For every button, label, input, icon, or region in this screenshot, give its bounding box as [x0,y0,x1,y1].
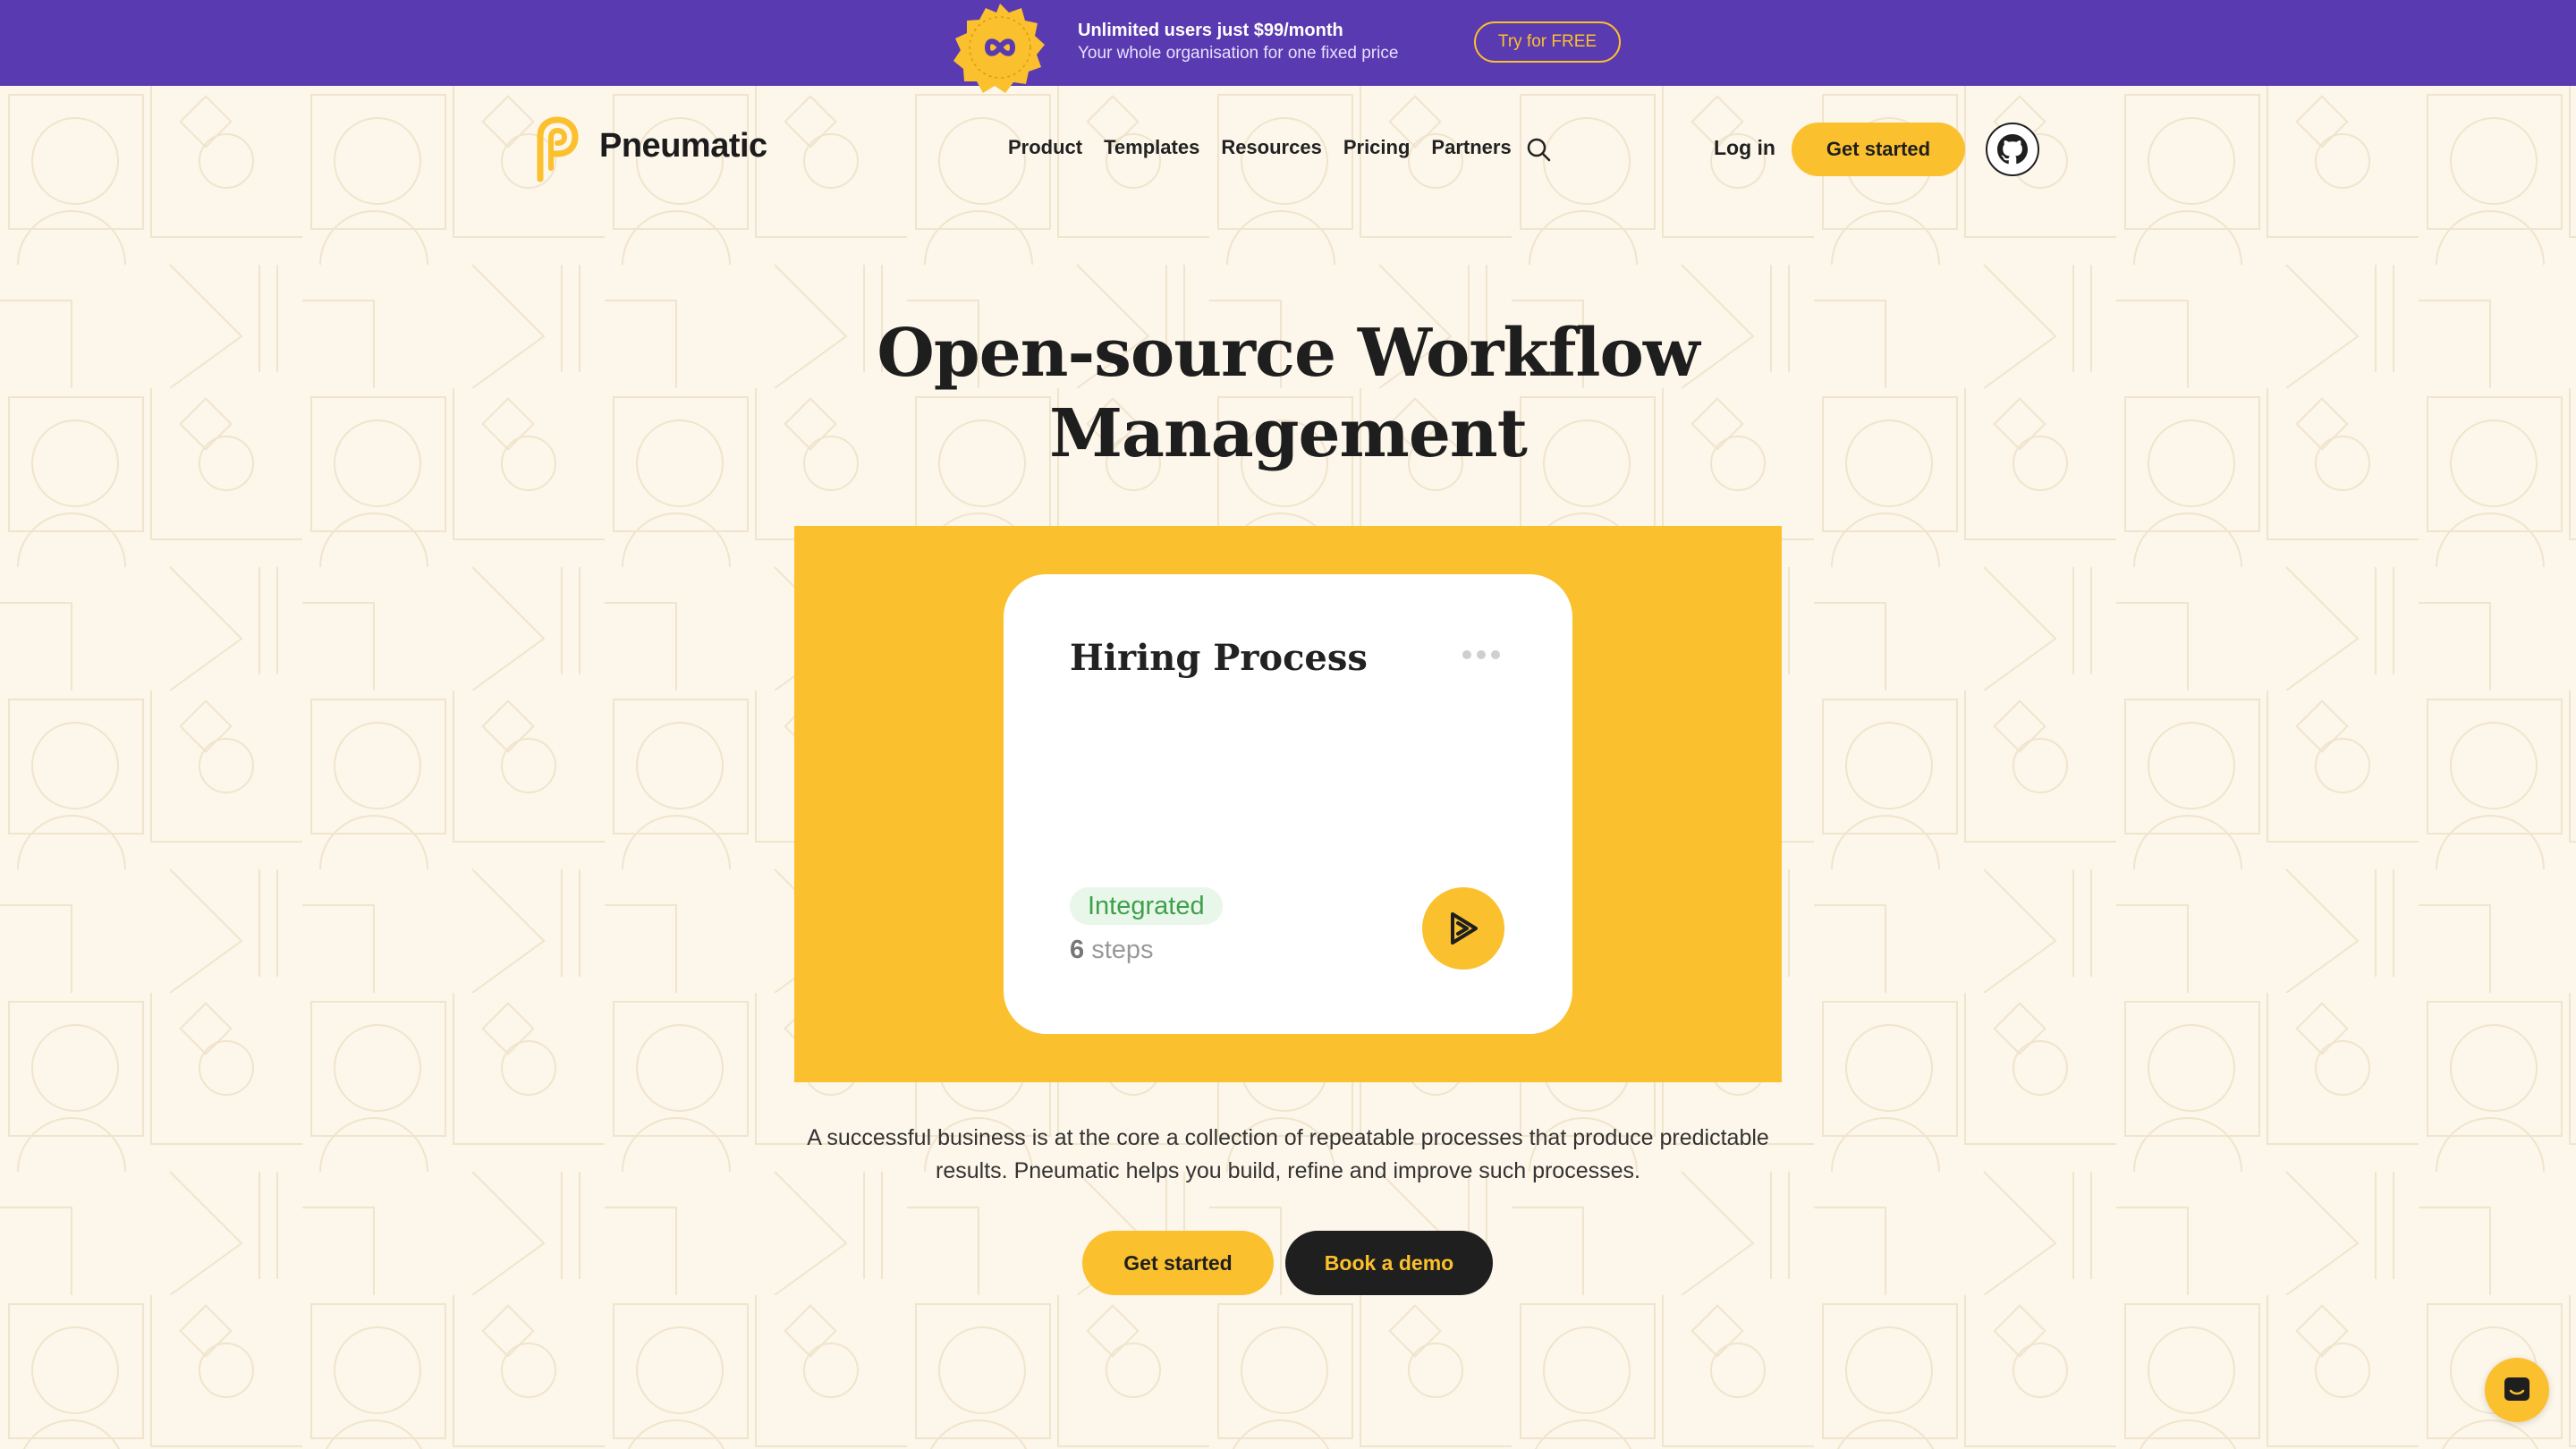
promo-subtitle: Your whole organisation for one fixed pr… [1078,44,1399,63]
run-workflow-button[interactable] [1422,887,1504,970]
github-button[interactable] [1986,123,2039,176]
play-icon [1451,912,1478,945]
hero-description: A successful business is at the core a c… [807,1125,1769,1183]
integrated-badge: Integrated [1070,887,1223,925]
search-icon[interactable] [1525,136,1552,163]
workflow-card[interactable]: Hiring Process Integrated 6 steps [1004,574,1572,1034]
main-nav: Product Templates Resources Pricing Part… [1008,136,1533,159]
hero-illustration: Hiring Process Integrated 6 steps [794,526,1782,1082]
nav-resources[interactable]: Resources [1221,136,1322,159]
promo-title: Unlimited users just $99/month [1078,21,1343,40]
nav-partners[interactable]: Partners [1431,136,1511,159]
hero-title: Open-source Workflow Management [751,313,1825,474]
chat-icon [2504,1377,2529,1401]
promo-banner: Unlimited users just $99/month Your whol… [0,0,2576,93]
get-started-button[interactable]: Get started [1082,1231,1274,1295]
steps-number: 6 [1070,936,1085,964]
github-icon [1997,134,2028,165]
login-link[interactable]: Log in [1714,136,1775,160]
pneumatic-logo-icon[interactable] [535,116,580,182]
nav-pricing[interactable]: Pricing [1343,136,1411,159]
header-get-started-button[interactable]: Get started [1792,123,1965,176]
try-free-button[interactable]: Try for FREE [1474,21,1621,63]
hero-title-line-1: Open-source Workflow [877,315,1699,392]
chat-launcher-button[interactable] [2485,1358,2549,1422]
nav-product[interactable]: Product [1008,136,1082,159]
hero-title-line-2: Management [1049,395,1528,472]
book-demo-button[interactable]: Book a demo [1285,1231,1493,1295]
more-options-icon[interactable] [1462,649,1501,660]
workflow-card-title: Hiring Process [1070,637,1368,679]
site-header: Pneumatic Product Templates Resources Pr… [0,86,2576,211]
infinity-icon [953,4,1045,93]
logo-text[interactable]: Pneumatic [599,127,767,165]
nav-templates[interactable]: Templates [1104,136,1199,159]
steps-label: steps [1091,936,1154,964]
steps-count: 6 steps [1070,936,1154,965]
